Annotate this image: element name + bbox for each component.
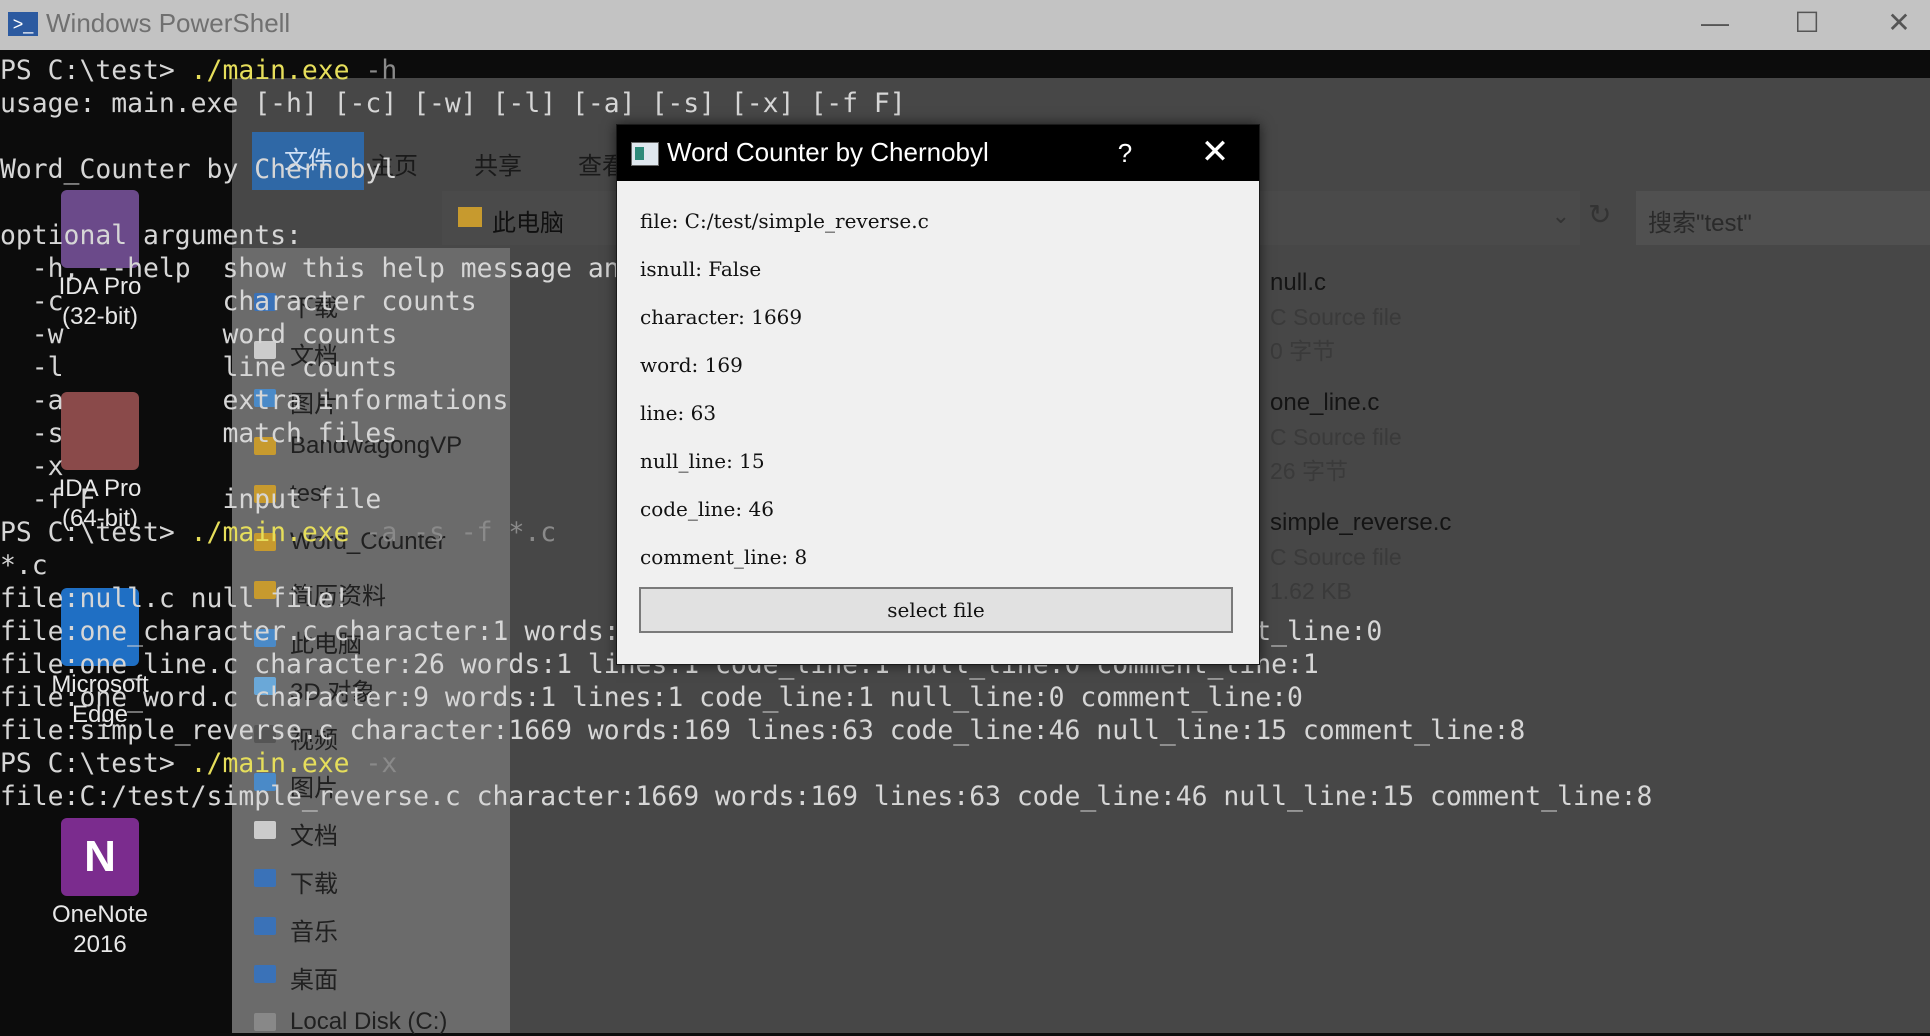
- line-count-label: line: 63: [640, 401, 717, 425]
- terminal-line: file:simple_reverse.c character:1669 wor…: [0, 715, 1526, 746]
- maximize-button[interactable]: ☐: [1772, 0, 1842, 50]
- terminal-line: -x: [0, 451, 223, 482]
- terminal-line: file:one_word.c character:9 words:1 line…: [0, 682, 1303, 713]
- app-icon: [631, 142, 659, 166]
- terminal-line: -f F input file: [0, 484, 382, 515]
- terminal-line: PS C:\test> ./main.exe -a -s -f *.c: [0, 517, 557, 548]
- terminal-line: PS C:\test> ./main.exe -x: [0, 748, 398, 779]
- terminal-line: *.c: [0, 550, 48, 581]
- help-button[interactable]: ?: [1095, 129, 1155, 177]
- comment-line-label: comment_line: 8: [640, 545, 808, 569]
- word-count-label: word: 169: [640, 353, 743, 377]
- terminal-line: -a extra informations: [0, 385, 509, 416]
- terminal-line: usage: main.exe [-h] [-c] [-w] [-l] [-a]…: [0, 88, 906, 119]
- terminal-line: -c character counts: [0, 286, 477, 317]
- isnull-label: isnull: False: [640, 257, 762, 281]
- terminal-line: Word_Counter by Chernobyl: [0, 154, 398, 185]
- powershell-titlebar[interactable]: >_ Windows PowerShell — ☐ ✕: [0, 0, 1930, 50]
- terminal-line: -l line counts: [0, 352, 398, 383]
- terminal-line: -h, --help show this help message and ex…: [0, 253, 715, 284]
- terminal-line: PS C:\test> ./main.exe -h: [0, 55, 398, 86]
- terminal-line: file:null.c null file!: [0, 583, 350, 614]
- code-line-label: code_line: 46: [640, 497, 774, 521]
- terminal-line: -w word counts: [0, 319, 398, 350]
- dialog-titlebar[interactable]: Word Counter by Chernobyl ? ✕: [617, 125, 1259, 181]
- minimize-button[interactable]: —: [1680, 0, 1750, 50]
- close-button[interactable]: ✕: [1183, 129, 1247, 177]
- word-counter-dialog: Word Counter by Chernobyl ? ✕ file: C:/t…: [616, 124, 1260, 665]
- null-line-label: null_line: 15: [640, 449, 765, 473]
- window-title: Windows PowerShell: [46, 8, 291, 38]
- powershell-icon: >_: [8, 12, 38, 36]
- terminal-line: file:C:/test/simple_reverse.c character:…: [0, 781, 1653, 812]
- close-button[interactable]: ✕: [1864, 0, 1930, 50]
- character-count-label: character: 1669: [640, 305, 803, 329]
- dialog-title: Word Counter by Chernobyl: [667, 137, 989, 167]
- select-file-button[interactable]: select file: [639, 587, 1233, 633]
- file-path-label: file: C:/test/simple_reverse.c: [640, 209, 929, 233]
- terminal-line: optional arguments:: [0, 220, 302, 251]
- terminal-line: -s match files: [0, 418, 398, 449]
